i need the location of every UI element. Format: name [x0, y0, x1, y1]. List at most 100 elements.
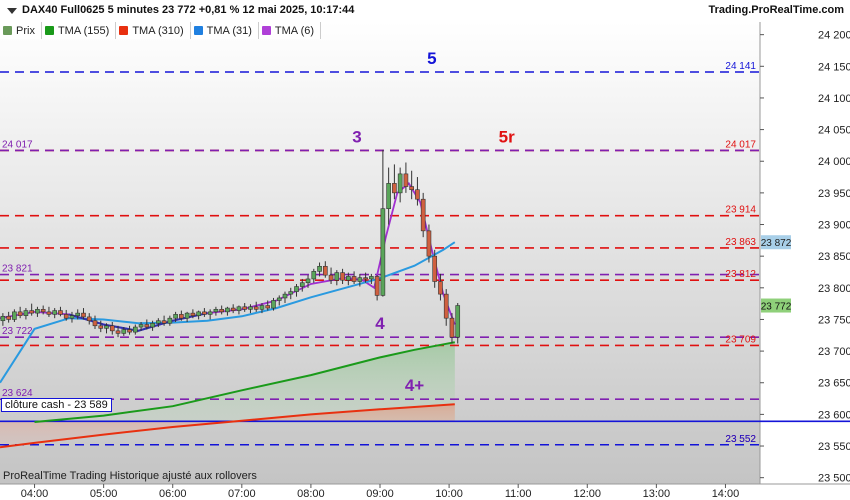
legend-item[interactable]: TMA (31) — [191, 22, 259, 39]
candle-body[interactable] — [69, 315, 75, 319]
candle-body[interactable] — [294, 286, 299, 292]
candle-body[interactable] — [6, 315, 11, 320]
candle-body[interactable] — [305, 278, 311, 284]
candle-body[interactable] — [334, 272, 340, 281]
candle-body[interactable] — [144, 324, 150, 328]
candle-body[interactable] — [81, 312, 86, 318]
cash-close-label: clôture cash - 23 589 — [1, 398, 112, 412]
candle-body[interactable] — [357, 277, 363, 282]
candle-body[interactable] — [282, 293, 288, 299]
candle-body[interactable] — [438, 281, 443, 295]
candle-body[interactable] — [369, 276, 374, 280]
candle-body[interactable] — [109, 325, 115, 332]
candle-body[interactable] — [265, 305, 271, 309]
candle-body[interactable] — [363, 277, 368, 280]
legend-swatch — [44, 26, 54, 35]
candle-body[interactable] — [138, 324, 144, 328]
candle-body[interactable] — [271, 300, 276, 309]
candle-body[interactable] — [288, 291, 294, 295]
candle-body[interactable] — [276, 297, 282, 301]
candle-body[interactable] — [236, 306, 242, 311]
candle-body[interactable] — [443, 293, 449, 319]
candle-body[interactable] — [150, 322, 155, 328]
candle-body[interactable] — [35, 309, 40, 314]
candle-body[interactable] — [311, 271, 317, 280]
candle-body[interactable] — [29, 310, 34, 314]
candle-body[interactable] — [380, 208, 386, 296]
candle-body[interactable] — [190, 312, 196, 316]
tma31-price-tag: 23 872 — [761, 238, 792, 249]
candle-body[interactable] — [253, 306, 259, 310]
candle-body[interactable] — [420, 198, 426, 232]
wave-label: 4 — [375, 314, 385, 333]
candle-body[interactable] — [455, 305, 461, 338]
candle-body[interactable] — [17, 311, 23, 316]
candle-body[interactable] — [167, 317, 173, 324]
y-tick-label: 24 050 — [818, 125, 850, 137]
candle-body[interactable] — [58, 310, 63, 315]
candle-body[interactable] — [92, 320, 98, 327]
candle-body[interactable] — [161, 320, 167, 324]
candle-body[interactable] — [374, 276, 380, 296]
y-tick-label: 23 700 — [818, 346, 850, 358]
candle-body[interactable] — [115, 330, 121, 334]
candle-body[interactable] — [449, 317, 455, 338]
y-tick-label: 23 500 — [818, 473, 850, 485]
candle-body[interactable] — [86, 316, 92, 322]
candle-body[interactable] — [207, 311, 213, 315]
candle-body[interactable] — [415, 189, 420, 200]
candle-body[interactable] — [46, 311, 52, 315]
candle-body[interactable] — [121, 329, 127, 334]
candle-body[interactable] — [328, 274, 334, 281]
candle-body[interactable] — [63, 314, 69, 319]
candle-body[interactable] — [397, 173, 403, 194]
candle-body[interactable] — [248, 306, 253, 310]
candle-body[interactable] — [225, 307, 230, 313]
candle-body[interactable] — [40, 309, 46, 313]
candle-body[interactable] — [23, 310, 29, 316]
x-tick-label: 08:00 — [297, 488, 325, 500]
legend-swatch — [193, 26, 203, 35]
candle-body[interactable] — [156, 320, 161, 324]
candle-body[interactable] — [127, 329, 132, 333]
candle-body[interactable] — [322, 265, 328, 276]
candle-body[interactable] — [351, 276, 357, 282]
candle-body[interactable] — [219, 309, 224, 313]
candle-body[interactable] — [230, 307, 236, 311]
x-tick-label: 04:00 — [21, 488, 49, 500]
candle-body[interactable] — [242, 306, 248, 310]
legend-item[interactable]: TMA (310) — [116, 22, 191, 39]
candle-body[interactable] — [0, 315, 6, 322]
candle-body[interactable] — [104, 325, 109, 329]
candle-body[interactable] — [317, 265, 322, 272]
candle-body[interactable] — [386, 183, 391, 209]
candle-body[interactable] — [426, 230, 432, 257]
candle-body[interactable] — [409, 186, 414, 191]
candle-body[interactable] — [299, 282, 305, 287]
price-chart[interactable]: 24 200 24 150 24 100 24 050 24 000 23 950 23 9… — [0, 0, 850, 500]
level-left-label: 23 821 — [2, 264, 33, 275]
level-right-label: 23 552 — [725, 434, 756, 445]
candle-body[interactable] — [179, 314, 184, 319]
candle-body[interactable] — [173, 314, 178, 319]
candle-body[interactable] — [75, 312, 81, 316]
candle-body[interactable] — [340, 272, 345, 281]
candle-body[interactable] — [432, 255, 438, 282]
candle-body[interactable] — [12, 311, 17, 320]
level-left-label: 23 722 — [2, 326, 33, 337]
candle-body[interactable] — [52, 310, 58, 315]
legend-item[interactable]: TMA (6) — [259, 22, 322, 39]
candle-body[interactable] — [202, 311, 207, 315]
legend-item[interactable]: Prix — [0, 22, 42, 39]
candle-body[interactable] — [184, 312, 190, 319]
candle-body[interactable] — [132, 326, 138, 333]
legend-label: TMA (310) — [132, 24, 184, 37]
candle-body[interactable] — [346, 276, 351, 281]
candle-body[interactable] — [98, 325, 104, 329]
candle-body[interactable] — [392, 183, 397, 194]
legend-item[interactable]: TMA (155) — [42, 22, 117, 39]
candle-body[interactable] — [403, 173, 409, 187]
candle-body[interactable] — [213, 309, 219, 313]
candle-body[interactable] — [196, 311, 201, 316]
candle-body[interactable] — [259, 305, 265, 310]
